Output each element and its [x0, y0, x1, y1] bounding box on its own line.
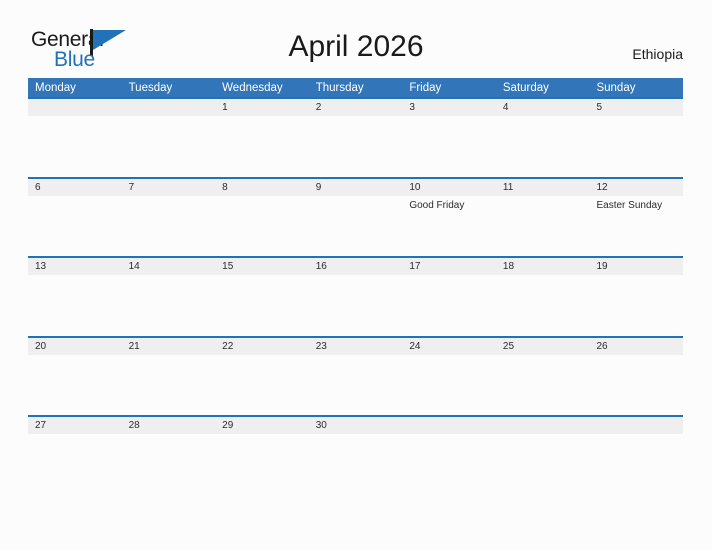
- day-number[interactable]: 30: [309, 417, 403, 434]
- day-event: [215, 275, 309, 335]
- day-event: [309, 275, 403, 335]
- calendar-grid: Monday Tuesday Wednesday Thursday Friday…: [28, 78, 683, 437]
- day-event: [309, 116, 403, 176]
- weekday-header-friday: Friday: [409, 81, 442, 94]
- day-event: [589, 275, 683, 335]
- day-event: [122, 275, 216, 335]
- day-number[interactable]: 17: [402, 258, 496, 275]
- week-row: 6 7 8 9 10 11 12 Good Friday Easter Sund…: [28, 176, 683, 257]
- day-number[interactable]: 7: [122, 179, 216, 196]
- day-number-band: 1 2 3 4 5: [28, 99, 683, 116]
- day-event-band: Good Friday Easter Sunday: [28, 196, 683, 256]
- day-event: [402, 275, 496, 335]
- day-event: [589, 116, 683, 176]
- day-event-band: [28, 275, 683, 335]
- week-row: 27 28 29 30: [28, 415, 683, 437]
- day-event: [496, 196, 590, 256]
- weekday-header-sunday: Sunday: [596, 81, 636, 94]
- day-number[interactable]: 12: [589, 179, 683, 196]
- day-number[interactable]: [28, 99, 122, 116]
- day-number[interactable]: 24: [402, 338, 496, 355]
- day-number[interactable]: 28: [122, 417, 216, 434]
- day-number[interactable]: [402, 417, 496, 434]
- weekday-header-wednesday: Wednesday: [222, 81, 283, 94]
- weekday-header-tuesday: Tuesday: [128, 81, 173, 94]
- day-number[interactable]: [122, 99, 216, 116]
- day-number[interactable]: 19: [589, 258, 683, 275]
- day-number[interactable]: 29: [215, 417, 309, 434]
- page-header: General Blue April 2026 Ethiopia: [0, 0, 712, 78]
- day-number[interactable]: 20: [28, 338, 122, 355]
- day-number[interactable]: 6: [28, 179, 122, 196]
- day-event: [309, 355, 403, 415]
- day-event-band: [28, 355, 683, 415]
- country-label: Ethiopia: [632, 46, 683, 62]
- day-number[interactable]: [589, 417, 683, 434]
- day-event: [28, 116, 122, 176]
- weekday-header-monday: Monday: [35, 81, 76, 94]
- day-event: [215, 355, 309, 415]
- day-number-band: 27 28 29 30: [28, 417, 683, 434]
- weekday-header-saturday: Saturday: [502, 81, 549, 94]
- day-number[interactable]: 9: [309, 179, 403, 196]
- day-number[interactable]: 5: [589, 99, 683, 116]
- day-event: [496, 355, 590, 415]
- week-row: 1 2 3 4 5: [28, 97, 683, 177]
- day-number[interactable]: 10: [402, 179, 496, 196]
- weekday-header-row: Monday Tuesday Wednesday Thursday Friday…: [28, 78, 683, 97]
- day-event: [28, 355, 122, 415]
- day-event: [122, 196, 216, 256]
- day-number[interactable]: 21: [122, 338, 216, 355]
- day-event: [215, 196, 309, 256]
- day-number[interactable]: 18: [496, 258, 590, 275]
- day-number[interactable]: 11: [496, 179, 590, 196]
- day-number[interactable]: 3: [402, 99, 496, 116]
- day-number-band: 6 7 8 9 10 11 12: [28, 178, 683, 196]
- day-number[interactable]: 25: [496, 338, 590, 355]
- day-event: [28, 196, 122, 256]
- day-event: [402, 355, 496, 415]
- day-event: Easter Sunday: [596, 199, 663, 211]
- day-number[interactable]: 22: [215, 338, 309, 355]
- day-event: [215, 116, 309, 176]
- day-event: Good Friday: [409, 199, 465, 211]
- day-event: [402, 116, 496, 176]
- page-title: April 2026: [288, 30, 424, 63]
- day-number-band: 20 21 22 23 24 25 26: [28, 337, 683, 355]
- day-number[interactable]: 15: [215, 258, 309, 275]
- calendar-page: General Blue April 2026 Ethiopia Monday …: [0, 0, 712, 550]
- day-number[interactable]: 27: [28, 417, 122, 434]
- weekday-header-thursday: Thursday: [315, 81, 364, 94]
- day-event: [28, 275, 122, 335]
- day-event: [496, 275, 590, 335]
- day-number[interactable]: 23: [309, 338, 403, 355]
- day-number-band: 13 14 15 16 17 18 19: [28, 258, 683, 275]
- week-row: 20 21 22 23 24 25 26: [28, 335, 683, 416]
- day-event: [122, 116, 216, 176]
- day-number[interactable]: 1: [215, 99, 309, 116]
- day-event: [496, 116, 590, 176]
- day-event-band: [28, 116, 683, 176]
- day-number[interactable]: 4: [496, 99, 590, 116]
- day-number[interactable]: 2: [309, 99, 403, 116]
- day-number[interactable]: [496, 417, 590, 434]
- day-event: [309, 196, 403, 256]
- day-number[interactable]: 26: [589, 338, 683, 355]
- day-number[interactable]: 13: [28, 258, 122, 275]
- day-event: [122, 355, 216, 415]
- day-number[interactable]: 16: [309, 258, 403, 275]
- week-row: 13 14 15 16 17 18 19: [28, 256, 683, 336]
- day-number[interactable]: 14: [122, 258, 216, 275]
- day-number[interactable]: 8: [215, 179, 309, 196]
- day-event: [589, 355, 683, 415]
